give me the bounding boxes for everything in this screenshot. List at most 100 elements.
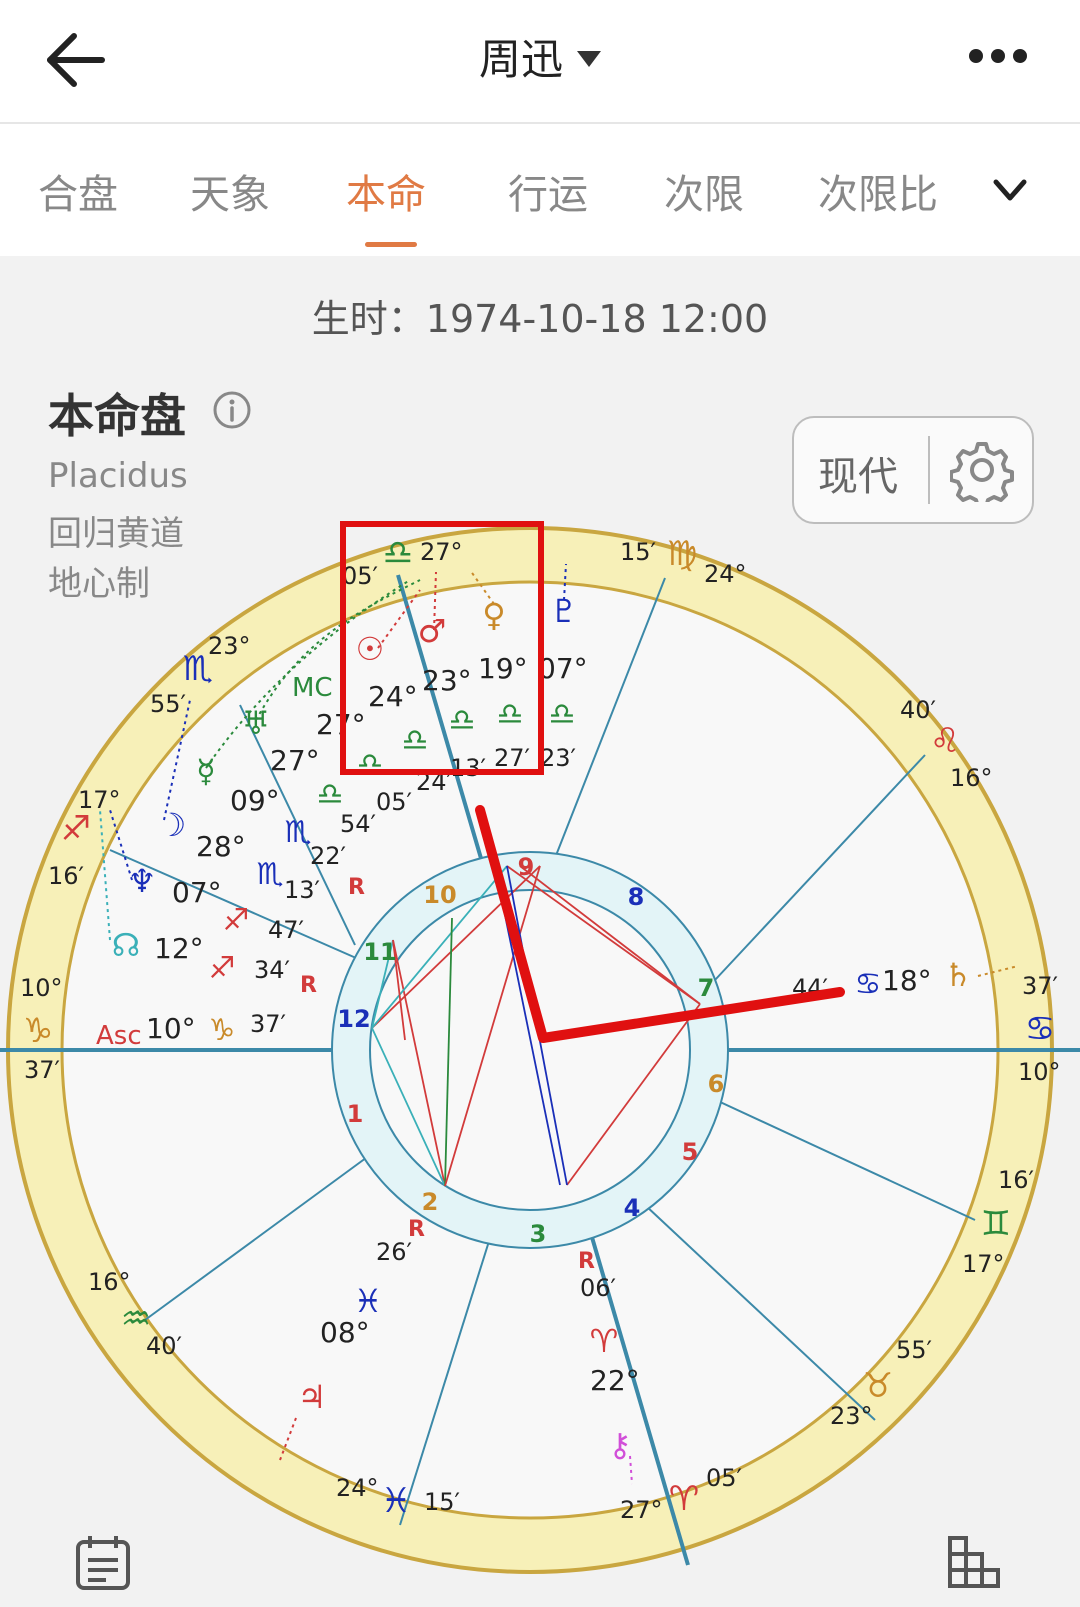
svg-text:♎: ♎ xyxy=(357,747,384,782)
more-dots-icon[interactable] xyxy=(968,46,1028,66)
mode-selector[interactable]: 现代 xyxy=(792,416,1034,524)
chiron-glyph: ⚷ xyxy=(608,1426,631,1464)
mars-glyph: ♂ xyxy=(418,612,447,650)
svg-text:5: 5 xyxy=(682,1138,699,1166)
svg-text:17°: 17° xyxy=(78,786,121,814)
tab-transit-sky[interactable]: 天象 xyxy=(190,162,270,220)
tab-progressions[interactable]: 次限 xyxy=(664,162,744,220)
svg-text:55′: 55′ xyxy=(150,690,186,718)
svg-text:26′: 26′ xyxy=(376,1238,412,1266)
gear-icon[interactable] xyxy=(950,438,1014,502)
svg-text:40′: 40′ xyxy=(146,1332,182,1360)
house-ring-inner xyxy=(369,889,691,1211)
aries-chiron-glyph: ♈ xyxy=(590,1322,619,1360)
svg-text:16°: 16° xyxy=(88,1268,131,1296)
svg-text:♐: ♐ xyxy=(223,903,250,938)
tab-synastry[interactable]: 合盘 xyxy=(38,162,118,220)
neptune-glyph: ♆ xyxy=(128,862,157,900)
svg-text:08°: 08° xyxy=(320,1316,370,1349)
svg-text:05′: 05′ xyxy=(342,562,378,590)
svg-text:R: R xyxy=(578,1249,595,1274)
info-icon[interactable] xyxy=(212,390,252,430)
svg-text:11: 11 xyxy=(363,938,396,966)
svg-text:6: 6 xyxy=(708,1070,725,1098)
svg-text:23°: 23° xyxy=(830,1402,873,1430)
svg-text:23°: 23° xyxy=(208,632,251,660)
mode-divider xyxy=(928,436,930,504)
virgo-glyph: ♍ xyxy=(667,534,697,574)
svg-text:R: R xyxy=(348,875,365,900)
caret-down-icon xyxy=(577,50,601,67)
svg-text:♎: ♎ xyxy=(497,697,524,732)
svg-text:37′: 37′ xyxy=(1022,972,1058,1000)
svg-text:07°: 07° xyxy=(172,876,222,909)
mercury-glyph: ☿ xyxy=(196,752,216,790)
svg-text:3: 3 xyxy=(530,1220,547,1248)
cancer-glyph: ♋ xyxy=(1025,1009,1055,1049)
svg-text:12°: 12° xyxy=(154,932,204,965)
svg-text:17°: 17° xyxy=(962,1250,1005,1278)
svg-text:10°: 10° xyxy=(146,1012,196,1045)
uranus-glyph: ♅ xyxy=(242,704,271,742)
svg-text:23°: 23° xyxy=(422,664,472,697)
svg-text:19°: 19° xyxy=(478,652,528,685)
capricorn-glyph: ♑ xyxy=(23,1011,53,1051)
jupiter-glyph: ♃ xyxy=(298,1378,327,1416)
tab-natal[interactable]: 本命 xyxy=(346,162,426,220)
svg-text:R: R xyxy=(300,973,317,998)
svg-text:♎: ♎ xyxy=(402,723,429,758)
saturn-glyph: ♄ xyxy=(944,956,973,994)
svg-text:7: 7 xyxy=(698,974,715,1002)
svg-text:♎: ♎ xyxy=(449,703,476,738)
svg-text:22°: 22° xyxy=(590,1364,640,1397)
svg-text:4: 4 xyxy=(624,1194,641,1222)
mc-label: MC xyxy=(292,673,333,703)
top-bar: 周迅 xyxy=(0,0,1080,124)
tab-progressed-comparison[interactable]: 次限比 xyxy=(818,162,938,220)
svg-text:27°: 27° xyxy=(420,538,463,566)
svg-text:06′: 06′ xyxy=(580,1274,616,1302)
svg-text:12: 12 xyxy=(337,1005,370,1033)
asc-label: Asc xyxy=(96,1021,142,1051)
svg-text:13′: 13′ xyxy=(284,876,320,904)
svg-text:♐: ♐ xyxy=(209,951,236,986)
svg-text:28°: 28° xyxy=(196,830,246,863)
sun-glyph: ☉ xyxy=(356,630,385,668)
svg-text:♏: ♏ xyxy=(285,815,312,850)
taurus-glyph: ♉ xyxy=(863,1366,893,1406)
chevron-down-icon[interactable] xyxy=(990,170,1030,210)
svg-text:♏: ♏ xyxy=(257,857,284,892)
birth-time: 生时：1974-10-18 12:00 xyxy=(311,297,769,341)
profile-title[interactable]: 周迅 xyxy=(0,26,1080,87)
profile-name: 周迅 xyxy=(478,35,563,84)
svg-text:24°: 24° xyxy=(368,680,418,713)
svg-text:16′: 16′ xyxy=(998,1166,1034,1194)
svg-text:15′: 15′ xyxy=(424,1488,460,1516)
svg-text:27°: 27° xyxy=(270,744,320,777)
svg-text:R: R xyxy=(408,1217,425,1242)
svg-text:27°: 27° xyxy=(620,1496,663,1524)
svg-text:24°: 24° xyxy=(704,560,747,588)
svg-text:9: 9 xyxy=(518,853,535,881)
svg-text:10: 10 xyxy=(423,881,456,909)
svg-text:22′: 22′ xyxy=(310,842,346,870)
gemini-glyph: ♊ xyxy=(981,1204,1011,1244)
chart-title: 本命盘 xyxy=(48,389,186,443)
svg-text:07°: 07° xyxy=(538,652,588,685)
svg-text:40′: 40′ xyxy=(900,696,936,724)
svg-text:05′: 05′ xyxy=(706,1464,742,1492)
svg-text:24°: 24° xyxy=(336,1474,379,1502)
svg-text:♑: ♑ xyxy=(209,1013,236,1048)
leo-glyph: ♌ xyxy=(930,721,960,761)
neptune-pisces-glyph: ♓ xyxy=(354,1282,383,1320)
svg-text:13′: 13′ xyxy=(450,754,486,782)
svg-text:16′: 16′ xyxy=(48,862,84,890)
grid-chart-icon[interactable] xyxy=(946,1534,1004,1592)
tab-transits[interactable]: 行运 xyxy=(508,162,588,220)
svg-text:55′: 55′ xyxy=(896,1336,932,1364)
svg-text:23′: 23′ xyxy=(540,744,576,772)
svg-text:47′: 47′ xyxy=(268,916,304,944)
svg-text:16°: 16° xyxy=(950,764,993,792)
svg-text:8: 8 xyxy=(628,883,645,911)
calendar-list-icon[interactable] xyxy=(74,1534,132,1592)
